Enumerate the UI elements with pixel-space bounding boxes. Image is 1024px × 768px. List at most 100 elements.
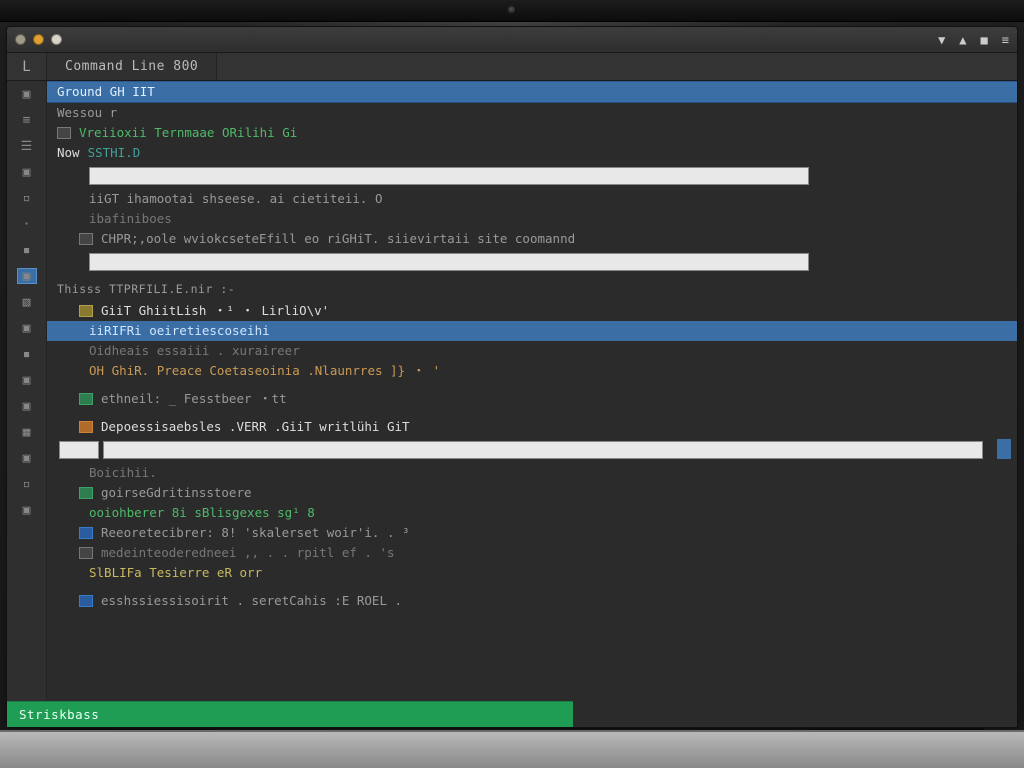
header-blue-bar[interactable]: Ground GH IIT [47,81,1017,103]
line-wessour-text: Wessou r [57,103,117,122]
folder-icon [79,305,93,317]
input-endcap-icon[interactable] [997,439,1011,459]
sidebar-icon-5[interactable]: · [18,217,36,231]
line-17-text: medeinteoderedneei ,, . . rpitl ef . 's [101,543,395,562]
green-box-icon [79,393,93,405]
sidebar-icon-12[interactable]: ▣ [18,399,36,413]
line-13-text: Boicihii. [89,463,157,482]
line-git-shell: GiiT GhiitLish ・¹ ・ LirliO\v' [47,301,1017,321]
text-input-3a[interactable] [59,441,99,459]
line-5-text: ibafiniboes [89,209,172,228]
line-green-1-text: Vreiioxii Ternmaae ORilihi Gi [79,123,297,142]
sidebar-icon-2[interactable]: ☰ [18,139,36,153]
box-icon-2 [79,233,93,245]
line-19-text: esshssiessisoirit . seretCahis :E ROEL . [101,591,402,610]
text-input-3b[interactable] [103,441,983,459]
now-cmd: SSTHI.D [88,143,141,162]
maximize-icon[interactable] [51,34,62,45]
menu-icon[interactable]: ≡ [1002,33,1009,47]
now-prefix: Now [57,143,80,162]
line-12-text: Depoessisaebsles .VERR .GiiT writlühi Gi… [101,417,410,436]
sidebar-icon-7[interactable]: ▣ [18,269,36,283]
line-19: esshssiessisoirit . seretCahis :E ROEL . [47,591,1017,611]
sidebar-icon-13[interactable]: ▦ [18,425,36,439]
orange-box-icon [79,421,93,433]
line-13: Boicihii. [47,463,1017,483]
line-18: SlBLIFa Tesierre eR orr [47,563,1017,583]
line-4-text: iiGT ihamootai shseese. ai cietiteii. O [89,189,383,208]
line-16-text: Reeoretecibrer: 8! 'skalerset woir'i. . … [101,523,410,542]
sidebar-icon-1[interactable]: ≡ [18,113,36,127]
line-6-text: CHPR;,oole wviokcseteEfill eo riGHiT. si… [101,229,575,248]
line-18-text: SlBLIFa Tesierre eR orr [89,563,262,582]
terminal-main[interactable]: Ground GH IIT Wessou r Vreiioxii Ternmaa… [47,81,1017,701]
section-label-1: Thisss TTPRFILI.E.nir :- [47,275,1017,301]
sidebar-icon-16[interactable]: ▣ [18,503,36,517]
line-12: Depoessisaebsles .VERR .GiiT writlühi Gi… [47,417,1017,437]
square-icon[interactable]: ■ [981,33,988,47]
sidebar-icon-11[interactable]: ▣ [18,373,36,387]
line-10a-text: Oidheais essaiii . xuraireer [89,341,300,360]
gutter-toggle-icon[interactable]: L [7,53,47,80]
camera-icon [507,5,517,15]
sidebar-icon-6[interactable]: ▪ [18,243,36,257]
tab-command-line[interactable]: Command Line 800 [47,53,217,80]
up-icon[interactable]: ▲ [959,33,966,47]
line-now: Now SSTHI.D [47,143,1017,163]
blue-box-icon [79,527,93,539]
text-input-2[interactable] [89,253,809,271]
laptop-base [0,730,1024,768]
line-5: ibafiniboes [47,209,1017,229]
selected-blue-text: iiRIFRi oeiretiescoseihi [89,321,270,340]
header-blue-label: Ground GH IIT [57,82,155,101]
line-16: Reeoretecibrer: 8! 'skalerset woir'i. . … [47,523,1017,543]
window-titlebar[interactable]: ▼ ▲ ■ ≡ [7,27,1017,53]
sidebar-icon-8[interactable]: ▧ [18,295,36,309]
line-10b-text: OH GhiR. Preace Coetaseoinia .Nlaunrres … [89,361,440,380]
line-10a: Oidheais essaiii . xuraireer [47,341,1017,361]
editor-content: ▣ ≡ ☰ ▣ ▫ · ▪ ▣ ▧ ▣ ▪ ▣ ▣ ▦ ▣ ▫ ▣ Gro [7,81,1017,701]
laptop-bezel-top [0,0,1024,22]
sidebar-icon-0[interactable]: ▣ [18,87,36,101]
input-row-2 [47,249,1017,275]
sidebar-icon-14[interactable]: ▣ [18,451,36,465]
line-15-text: ooiohberer 8i sBlisgexes sg¹ 8 [89,503,315,522]
line-4: iiGT ihamootai shseese. ai cietiteii. O [47,189,1017,209]
tab-label: Command Line 800 [65,59,198,74]
activity-sidebar: ▣ ≡ ☰ ▣ ▫ · ▪ ▣ ▧ ▣ ▪ ▣ ▣ ▦ ▣ ▫ ▣ [7,81,47,701]
dropdown-icon[interactable]: ▼ [938,33,945,47]
status-text: Striskbass [19,707,99,722]
line-6: CHPR;,oole wviokcseteEfill eo riGHiT. si… [47,229,1017,249]
line-green-1: Vreiioxii Ternmaae ORilihi Gi [47,123,1017,143]
line-14-text: goirseGdritinsstoere [101,483,252,502]
terminal-window: ▼ ▲ ■ ≡ L Command Line 800 ▣ ≡ ☰ ▣ ▫ · ▪… [6,26,1018,728]
sidebar-icon-4[interactable]: ▫ [18,191,36,205]
line-11: ethneil: _ Fesstbeer ・tt [47,389,1017,409]
line-17: medeinteoderedneei ,, . . rpitl ef . 's [47,543,1017,563]
minimize-icon[interactable] [33,34,44,45]
titlebar-right-icons: ▼ ▲ ■ ≡ [938,33,1009,47]
box-icon-3 [79,547,93,559]
line-git-shell-text: GiiT GhiitLish ・¹ ・ LirliO\v' [101,301,329,320]
line-14: goirseGdritinsstoere [47,483,1017,503]
sidebar-icon-9[interactable]: ▣ [18,321,36,335]
screen-background: ▼ ▲ ■ ≡ L Command Line 800 ▣ ≡ ☰ ▣ ▫ · ▪… [0,0,1024,768]
sidebar-icon-3[interactable]: ▣ [18,165,36,179]
green-box-icon-2 [79,487,93,499]
close-icon[interactable] [15,34,26,45]
line-10b: OH GhiR. Preace Coetaseoinia .Nlaunrres … [47,361,1017,381]
selected-blue-row[interactable]: iiRIFRi oeiretiescoseihi [47,321,1017,341]
blue-box-icon-2 [79,595,93,607]
input-row-3 [47,437,1017,463]
box-icon [57,127,71,139]
tab-bar: L Command Line 800 [7,53,1017,81]
line-wessour: Wessou r [47,103,1017,123]
status-bar[interactable]: Striskbass [7,701,573,727]
input-row-1 [47,163,1017,189]
line-11-text: ethneil: _ Fesstbeer ・tt [101,389,287,408]
text-input-1[interactable] [89,167,809,185]
line-15: ooiohberer 8i sBlisgexes sg¹ 8 [47,503,1017,523]
sidebar-icon-10[interactable]: ▪ [18,347,36,361]
window-controls [15,34,62,45]
sidebar-icon-15[interactable]: ▫ [18,477,36,491]
